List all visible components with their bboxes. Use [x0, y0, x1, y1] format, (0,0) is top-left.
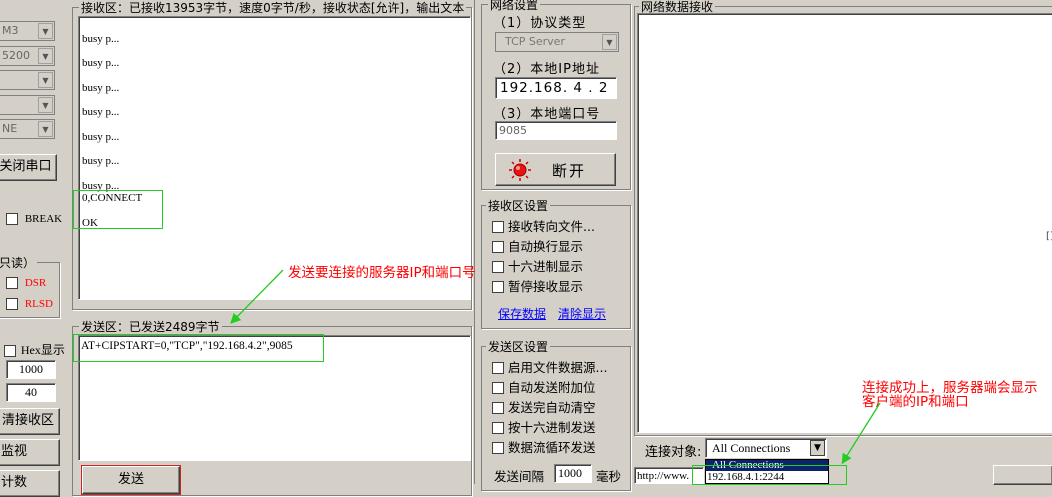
send-note-arrow	[230, 269, 284, 324]
success-note-arrow	[841, 402, 881, 465]
annotation-arrows	[230, 269, 881, 465]
